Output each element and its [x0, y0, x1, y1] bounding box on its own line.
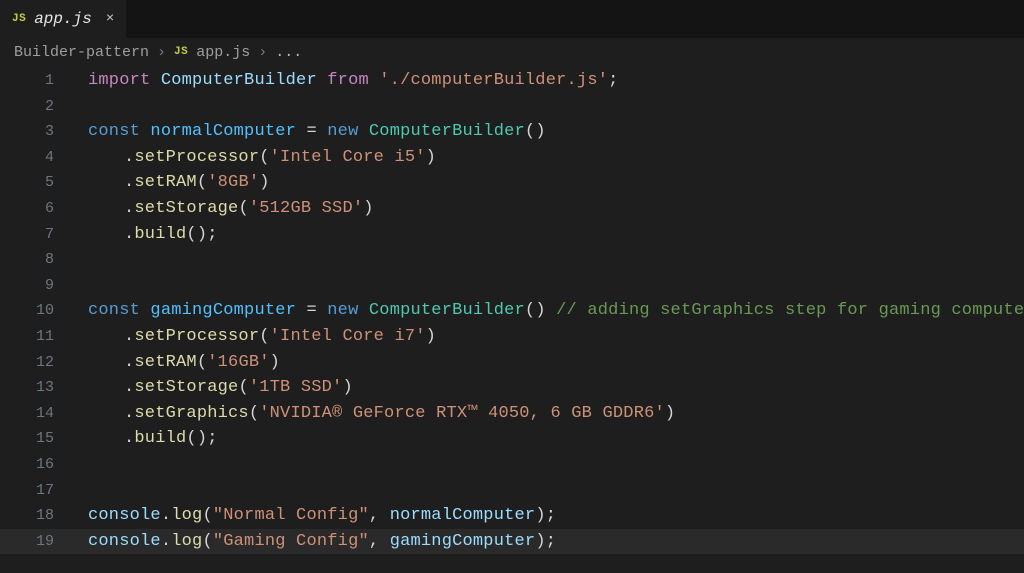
line-number: 11: [0, 324, 64, 350]
line-number: 18: [0, 503, 64, 529]
line-number: 13: [0, 375, 64, 401]
code-line[interactable]: 2: [0, 94, 1024, 120]
code-line[interactable]: 16: [0, 452, 1024, 478]
code-line[interactable]: 8: [0, 247, 1024, 273]
line-number: 4: [0, 145, 64, 171]
line-number: 1: [0, 68, 64, 94]
breadcrumb-ellipsis[interactable]: ...: [275, 44, 302, 61]
line-number: 5: [0, 170, 64, 196]
breadcrumb-folder[interactable]: Builder-pattern: [14, 44, 149, 61]
line-number: 10: [0, 298, 64, 324]
code-line[interactable]: 12 .setRAM('16GB'): [0, 350, 1024, 376]
code-line[interactable]: 14 .setGraphics('NVIDIA® GeForce RTX™ 40…: [0, 401, 1024, 427]
chevron-right-icon: ›: [157, 44, 166, 61]
code-line[interactable]: 13 .setStorage('1TB SSD'): [0, 375, 1024, 401]
code-line[interactable]: 1 import ComputerBuilder from './compute…: [0, 68, 1024, 94]
breadcrumb: Builder-pattern › JS app.js › ...: [0, 38, 1024, 66]
line-number: 3: [0, 119, 64, 145]
code-line[interactable]: 10 const gamingComputer = new ComputerBu…: [0, 298, 1024, 324]
line-number: 12: [0, 350, 64, 376]
code-line[interactable]: 6 .setStorage('512GB SSD'): [0, 196, 1024, 222]
code-line[interactable]: 5 .setRAM('8GB'): [0, 170, 1024, 196]
chevron-right-icon: ›: [258, 44, 267, 61]
code-line[interactable]: 18 console.log("Normal Config", normalCo…: [0, 503, 1024, 529]
line-number: 14: [0, 401, 64, 427]
tab-filename: app.js: [34, 10, 92, 28]
tab-app-js[interactable]: JS app.js ×: [0, 0, 127, 38]
code-line[interactable]: 7 .build();: [0, 222, 1024, 248]
code-line[interactable]: 11 .setProcessor('Intel Core i7'): [0, 324, 1024, 350]
code-line[interactable]: 17: [0, 478, 1024, 504]
code-line[interactable]: 4 .setProcessor('Intel Core i5'): [0, 145, 1024, 171]
line-number: 8: [0, 247, 64, 273]
js-file-icon: JS: [12, 13, 26, 25]
code-line[interactable]: 3 const normalComputer = new ComputerBui…: [0, 119, 1024, 145]
line-number: 17: [0, 478, 64, 504]
line-number: 9: [0, 273, 64, 299]
line-number: 7: [0, 222, 64, 248]
code-line[interactable]: 19 console.log("Gaming Config", gamingCo…: [0, 529, 1024, 555]
line-number: 16: [0, 452, 64, 478]
line-number: 2: [0, 94, 64, 120]
code-line[interactable]: 9: [0, 273, 1024, 299]
line-number: 15: [0, 426, 64, 452]
tab-bar: JS app.js ×: [0, 0, 1024, 38]
breadcrumb-filename[interactable]: app.js: [196, 44, 250, 61]
line-number: 6: [0, 196, 64, 222]
close-icon[interactable]: ×: [100, 11, 114, 27]
js-file-icon: JS: [174, 46, 188, 58]
code-line[interactable]: 15 .build();: [0, 426, 1024, 452]
code-editor[interactable]: 1 import ComputerBuilder from './compute…: [0, 66, 1024, 554]
line-number: 19: [0, 529, 64, 555]
